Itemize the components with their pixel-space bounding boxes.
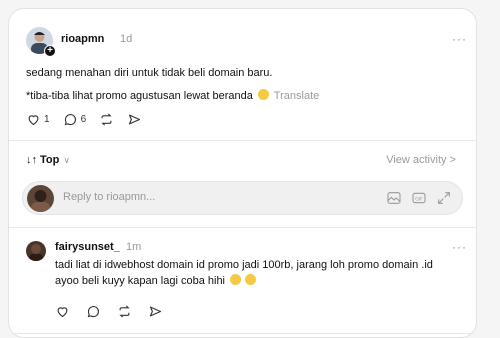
comment-text-line-2: ayoo beli kuyy kapan lagi coba hihi bbox=[55, 275, 226, 287]
divider bbox=[9, 140, 476, 141]
divider bbox=[9, 333, 476, 334]
avatar bbox=[27, 185, 54, 212]
avatar[interactable] bbox=[26, 241, 46, 261]
thread-card: + rioapmn 1d ··· sedang menahan diri unt… bbox=[8, 8, 477, 338]
svg-text:GIF: GIF bbox=[415, 196, 423, 202]
reply-bar[interactable]: Reply to rioapmn... GIF bbox=[22, 181, 463, 215]
more-options-icon[interactable]: ··· bbox=[452, 32, 467, 46]
sort-dropdown[interactable]: ↓↑ Top ∨ bbox=[26, 154, 70, 166]
send-icon bbox=[149, 306, 162, 317]
image-icon[interactable] bbox=[386, 190, 402, 206]
comment-text-line-1: tadi liat di idwebhost domain id promo j… bbox=[55, 259, 433, 271]
reply-input[interactable]: Reply to rioapmn... bbox=[63, 191, 155, 203]
repost-icon bbox=[119, 305, 130, 318]
share-button[interactable] bbox=[148, 304, 163, 319]
more-options-icon[interactable]: ··· bbox=[452, 240, 467, 254]
emoji-icon bbox=[257, 89, 269, 100]
heart-icon bbox=[28, 115, 39, 126]
expand-icon[interactable] bbox=[436, 190, 452, 206]
like-count: 1 bbox=[44, 114, 50, 125]
sort-arrows-icon: ↓↑ bbox=[26, 154, 37, 166]
share-button[interactable] bbox=[127, 112, 142, 127]
like-button[interactable]: 1 bbox=[26, 112, 50, 127]
comment-time: 1m bbox=[126, 241, 142, 253]
translate-link[interactable]: Translate bbox=[274, 90, 319, 102]
heart-icon bbox=[57, 307, 68, 318]
gif-icon[interactable]: GIF bbox=[411, 190, 427, 206]
comment-username[interactable]: fairysunset_ bbox=[55, 241, 120, 253]
follow-plus-icon[interactable]: + bbox=[44, 45, 56, 57]
repost-button[interactable] bbox=[99, 112, 114, 127]
view-activity-link[interactable]: View activity > bbox=[386, 154, 456, 166]
post-time: 1d bbox=[120, 33, 133, 45]
sort-label: Top bbox=[40, 154, 60, 166]
post-text-line-1: sedang menahan diri untuk tidak beli dom… bbox=[26, 67, 273, 79]
repost-button[interactable] bbox=[117, 304, 132, 319]
chevron-down-icon: ∨ bbox=[63, 154, 70, 165]
emoji-icon bbox=[245, 274, 257, 285]
emoji-icon bbox=[230, 274, 242, 285]
divider bbox=[9, 227, 476, 228]
like-button[interactable] bbox=[55, 304, 70, 319]
post-text-line-2: *tiba-tiba lihat promo agustusan lewat b… bbox=[26, 90, 253, 102]
comment-button[interactable]: 6 bbox=[63, 112, 87, 127]
comment-icon bbox=[87, 306, 100, 318]
repost-icon bbox=[101, 113, 112, 126]
send-icon bbox=[129, 114, 141, 125]
post-username[interactable]: rioapmn bbox=[61, 33, 104, 45]
comment-count: 6 bbox=[80, 114, 87, 125]
comment-icon bbox=[64, 114, 76, 126]
comment-button[interactable] bbox=[86, 304, 101, 319]
